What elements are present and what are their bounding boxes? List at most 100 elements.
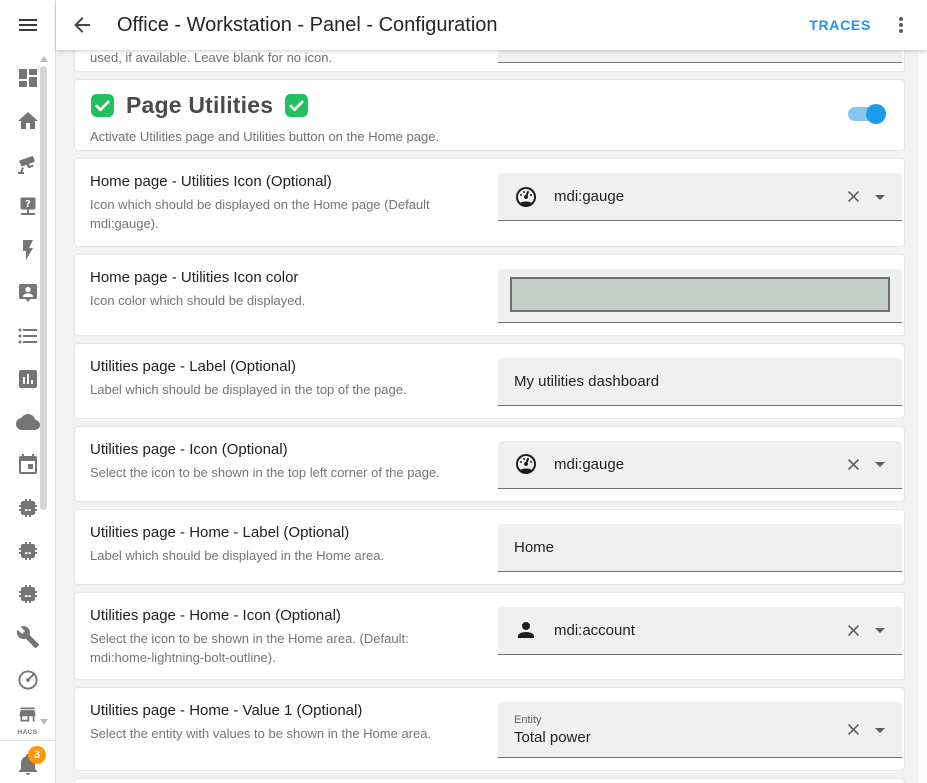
checkmark-icon	[284, 93, 309, 118]
clear-icon[interactable]	[844, 621, 863, 640]
format-list-icon	[16, 324, 40, 348]
row-description: Select the icon to be shown in the Home …	[90, 630, 468, 668]
sidebar-item-todo-list[interactable]	[0, 314, 56, 357]
sidebar-item-chip-1[interactable]	[0, 486, 56, 529]
sidebar-item-calendar[interactable]	[0, 443, 56, 486]
field-floating-label: Entity	[514, 714, 844, 726]
chip-icon	[16, 539, 40, 563]
row-label: Home page - Utilities Icon color	[90, 269, 468, 286]
config-row: Utilities page - Label (Optional) Label …	[74, 343, 905, 419]
chevron-down-icon[interactable]	[868, 718, 892, 742]
row-description: Select the entity with values to be show…	[90, 725, 468, 744]
icon-select-field[interactable]: mdi:account	[498, 607, 902, 655]
color-swatch[interactable]	[510, 277, 890, 312]
sidebar-item-history-stats[interactable]	[0, 357, 56, 400]
row-label: Utilities page - Icon (Optional)	[90, 441, 468, 458]
field-value: mdi:account	[554, 622, 844, 639]
store-icon	[17, 704, 38, 730]
row-description: Icon color which should be displayed.	[90, 292, 468, 311]
field-value: My utilities dashboard	[514, 373, 892, 390]
sidebar-scrollbar-thumb[interactable]	[40, 66, 47, 510]
chart-box-icon	[16, 367, 40, 391]
traces-button[interactable]: TRACES	[809, 17, 871, 33]
clear-icon[interactable]	[844, 720, 863, 739]
sidebar-menu-button[interactable]	[0, 0, 55, 49]
config-row: Utilities page - Home - Label (Optional)…	[74, 509, 905, 585]
config-row-clipped: used, if available. Leave blank for no i…	[74, 50, 905, 72]
config-row: Utilities page - Home - Value 1 (Optiona…	[74, 687, 905, 771]
chevron-down-icon[interactable]	[868, 618, 892, 642]
color-picker-field[interactable]	[498, 269, 902, 323]
wrench-icon	[16, 625, 40, 649]
sidebar-item-cameras[interactable]	[0, 142, 56, 185]
sidebar-item-energy[interactable]	[0, 228, 56, 271]
sidebar-item-speedometer[interactable]	[0, 658, 56, 701]
sidebar-item-chip-2[interactable]	[0, 529, 56, 572]
clear-icon[interactable]	[844, 455, 863, 474]
row-label: Utilities page - Home - Label (Optional)	[90, 524, 468, 541]
section-page-utilities: Page Utilities Activate Utilities page a…	[74, 79, 905, 151]
config-row: Utilities page - Home - Icon (Optional) …	[74, 592, 905, 681]
row-description: Label which should be displayed in the H…	[90, 547, 468, 566]
help-network-icon: ?	[16, 195, 40, 219]
config-row: Utilities page - Home - Value 2 (Optiona…	[74, 778, 905, 783]
row-label: Utilities page - Label (Optional)	[90, 358, 468, 375]
field-value: Total power	[514, 729, 844, 746]
sidebar-item-home[interactable]	[0, 99, 56, 142]
config-row: Home page - Utilities Icon (Optional) Ic…	[74, 158, 905, 247]
notification-badge: 3	[28, 746, 46, 764]
lightning-bolt-icon	[16, 238, 40, 262]
field-value: mdi:gauge	[554, 456, 844, 473]
gauge-icon	[514, 452, 538, 476]
field-value: Home	[514, 539, 892, 556]
page-utilities-toggle[interactable]	[848, 104, 886, 124]
row-label: Home page - Utilities Icon (Optional)	[90, 173, 468, 190]
icon-select-field[interactable]: mdi:gauge	[498, 173, 902, 221]
sidebar-item-developer-tools[interactable]	[0, 615, 56, 658]
row-label: Utilities page - Home - Value 1 (Optiona…	[90, 702, 468, 719]
app-header: Office - Workstation - Panel - Configura…	[56, 0, 927, 50]
row-description: Label which should be displayed in the t…	[90, 381, 468, 400]
view-dashboard-icon	[16, 66, 40, 90]
chip-icon	[16, 582, 40, 606]
text-field[interactable]: Home	[498, 524, 902, 572]
chevron-down-icon[interactable]	[868, 452, 892, 476]
checkmark-icon	[90, 93, 115, 118]
sidebar-scrollbar-down-arrow[interactable]	[40, 719, 48, 725]
page-title: Office - Workstation - Panel - Configura…	[117, 14, 809, 37]
section-description: Activate Utilities page and Utilities bu…	[90, 129, 888, 144]
clear-icon[interactable]	[844, 187, 863, 206]
text-field-partial[interactable]	[498, 50, 902, 63]
text-field[interactable]: My utilities dashboard	[498, 358, 902, 406]
home-icon	[16, 109, 40, 133]
account-icon	[514, 618, 538, 642]
kebab-menu-button[interactable]	[889, 13, 913, 37]
account-box-icon	[16, 281, 40, 305]
sidebar-item-help-network[interactable]: ?	[0, 185, 56, 228]
cloud-icon	[16, 410, 40, 434]
sidebar-item-account-box[interactable]	[0, 271, 56, 314]
icon-select-field[interactable]: mdi:gauge	[498, 441, 902, 489]
calendar-icon	[16, 453, 40, 477]
toggle-thumb	[866, 104, 886, 124]
cctv-icon	[16, 152, 40, 176]
hacs-label: HACS	[17, 729, 37, 736]
entity-select-field[interactable]: Entity Total power	[498, 702, 902, 758]
chip-icon	[16, 496, 40, 520]
back-button[interactable]	[70, 13, 94, 37]
main-area: Office - Workstation - Panel - Configura…	[56, 0, 927, 783]
sidebar-item-chip-3[interactable]	[0, 572, 56, 615]
row-label: Utilities page - Home - Icon (Optional)	[90, 607, 468, 624]
config-scroll-area: used, if available. Leave blank for no i…	[56, 50, 927, 783]
section-title: Page Utilities	[126, 92, 273, 119]
sidebar-scrollbar-up-arrow[interactable]	[40, 56, 48, 62]
row-description: used, if available. Leave blank for no i…	[90, 50, 332, 65]
sidebar-item-dashboard[interactable]	[0, 56, 56, 99]
config-row: Home page - Utilities Icon color Icon co…	[74, 254, 905, 336]
chevron-down-icon[interactable]	[868, 185, 892, 209]
svg-text:?: ?	[25, 199, 31, 210]
main-scrollbar[interactable]	[917, 50, 927, 783]
sidebar-item-cloud[interactable]	[0, 400, 56, 443]
hamburger-icon	[16, 13, 40, 37]
field-value: mdi:gauge	[554, 188, 844, 205]
